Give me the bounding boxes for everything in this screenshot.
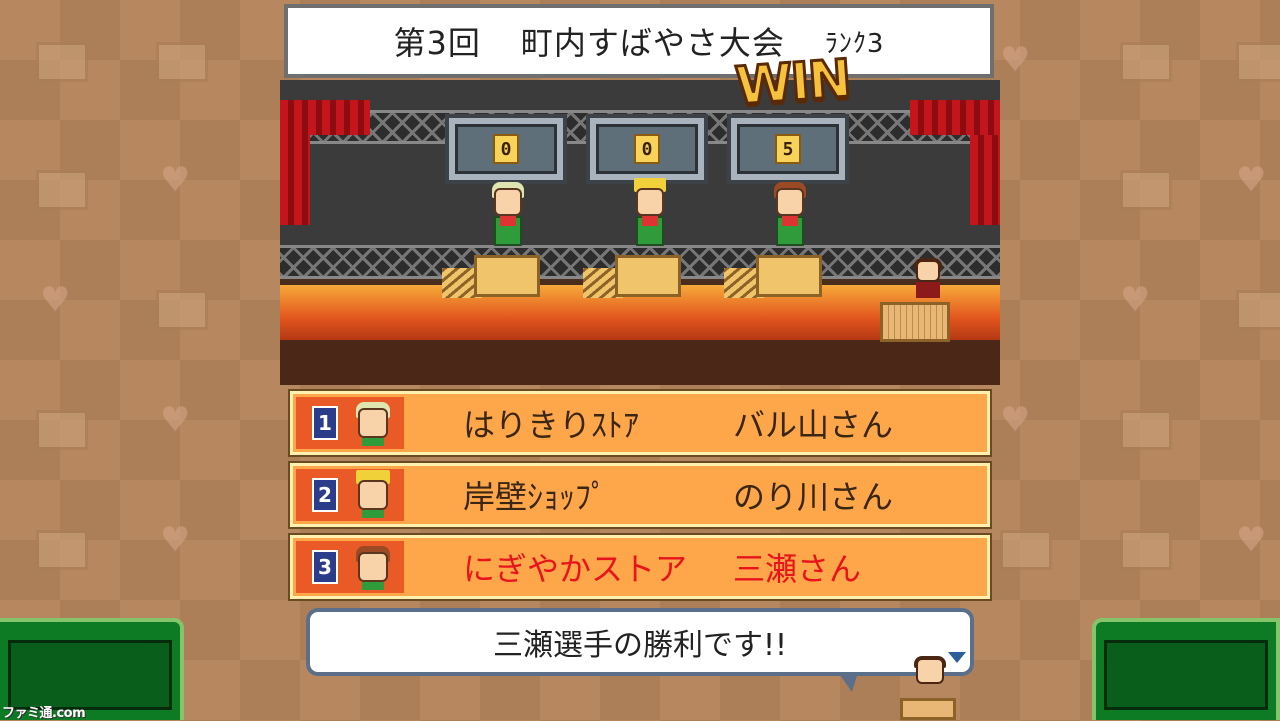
heart-decoration: ♥ (40, 280, 71, 320)
score-digit: 0 (493, 134, 519, 164)
rank-number: 1 (312, 406, 338, 440)
heart-decoration: ♥ (1236, 160, 1267, 200)
contestant-2-sprite (630, 178, 670, 256)
crate-decoration (36, 42, 88, 82)
dialog-message: 三瀬選手の勝利です!! (492, 628, 788, 663)
contestant-name: バル山さん (733, 406, 894, 444)
podium (474, 255, 540, 297)
rank-badge: 2 (296, 469, 404, 521)
scoreboard-1: 0 (445, 114, 567, 184)
event-title-banner: 第3回 町内すばやさ大会 ﾗﾝｸ3 (284, 4, 994, 78)
crate-decoration (156, 42, 208, 82)
watermark: ファミ通.com (2, 706, 86, 721)
crate-decoration (1120, 530, 1172, 570)
rank-badge: 3 (296, 541, 404, 593)
ranking-row-3: 3 にぎやかストア 三瀬さん (288, 533, 992, 601)
heart-decoration: ♥ (160, 520, 191, 560)
scoreboard-2: 0 (586, 114, 708, 184)
dialog-tail (838, 672, 858, 692)
dialog-box[interactable]: 三瀬選手の勝利です!! (306, 608, 974, 676)
rank-badge: 1 (296, 397, 404, 449)
heart-decoration: ♥ (1120, 280, 1151, 320)
rank-number: 3 (312, 550, 338, 584)
curtain-valance-left (280, 100, 370, 135)
podium (615, 255, 681, 297)
shop-name: はりきりｽﾄｱ (463, 406, 640, 444)
score-digit: 0 (634, 134, 660, 164)
contestant-portrait (354, 400, 392, 446)
podium (756, 255, 822, 297)
ranking-row-2: 2 岸壁ｼｮｯﾌﾟ のり川さん (288, 461, 992, 529)
heart-decoration: ♥ (160, 160, 191, 200)
right-side-panel[interactable] (1092, 618, 1280, 720)
win-label: WIN (732, 48, 853, 119)
heart-decoration: ♥ (1236, 520, 1267, 560)
contestant-1-sprite (488, 180, 528, 256)
contestant-3-sprite (770, 180, 810, 256)
contestant-portrait (354, 544, 392, 590)
contestant-name: のり川さん (733, 478, 894, 516)
announcer-desk (880, 302, 950, 342)
curtain-valance-right (910, 100, 1000, 135)
shop-name: にぎやかストア (463, 550, 688, 588)
rank-number: 2 (312, 478, 338, 512)
stage-floor-edge (280, 340, 1000, 385)
crate-decoration (1236, 42, 1280, 82)
announcer-sprite (910, 258, 946, 298)
ranking-row-1: 1 はりきりｽﾄｱ バル山さん (288, 389, 992, 457)
crate-decoration (36, 170, 88, 210)
crate-decoration (1120, 410, 1172, 450)
round-label: 第3回 (393, 24, 481, 62)
contestant-name: 三瀬さん (733, 550, 862, 588)
crate-decoration (1120, 42, 1172, 82)
crate-decoration (36, 530, 88, 570)
announcer-portrait (900, 656, 956, 720)
contest-stage: 0 0 5 (280, 80, 1000, 385)
crate-decoration (1120, 170, 1172, 210)
heart-decoration: ♥ (1000, 400, 1031, 440)
contestant-portrait (354, 470, 392, 518)
heart-decoration: ♥ (160, 400, 191, 440)
crate-decoration (1000, 530, 1052, 570)
score-digit: 5 (775, 134, 801, 164)
heart-decoration: ♥ (1000, 40, 1031, 80)
crate-decoration (36, 410, 88, 450)
crate-decoration (156, 290, 208, 330)
scoreboard-3: 5 (727, 114, 849, 184)
shop-name: 岸壁ｼｮｯﾌﾟ (463, 478, 608, 516)
crate-decoration (1236, 290, 1280, 330)
